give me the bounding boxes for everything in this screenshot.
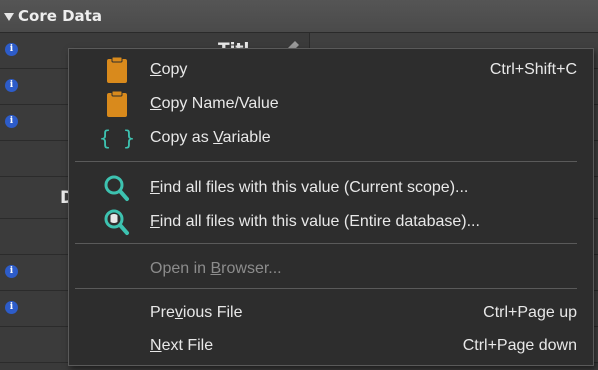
menu-item-open-in-browser: Open in Browser... (69, 252, 593, 286)
curly-braces-icon: { } (99, 126, 135, 150)
context-menu: Copy Ctrl+Shift+C Copy Name/Value { } Co… (68, 48, 594, 366)
menu-separator (75, 288, 577, 289)
menu-label: Next File (150, 337, 214, 354)
menu-item-copy-name-value[interactable]: Copy Name/Value (69, 87, 593, 121)
svg-text:{ }: { } (99, 126, 135, 150)
core-data-section-header[interactable]: Core Data (0, 0, 598, 33)
menu-item-copy-as-variable[interactable]: { } Copy as Variable (69, 121, 593, 155)
menu-item-find-entire-database[interactable]: Find all files with this value (Entire d… (69, 205, 593, 239)
menu-label: Find all files with this value (Current … (150, 179, 469, 196)
menu-label: Copy (150, 61, 188, 78)
info-icon[interactable]: i (5, 79, 18, 92)
menu-item-copy[interactable]: Copy Ctrl+Shift+C (69, 53, 593, 87)
info-icon[interactable]: i (5, 301, 18, 314)
section-title: Core Data (18, 7, 102, 25)
menu-item-next-file[interactable]: Next File Ctrl+Page down (69, 329, 593, 363)
info-icon[interactable]: i (5, 115, 18, 128)
menu-label: Find all files with this value (Entire d… (150, 213, 480, 230)
menu-item-find-current-scope[interactable]: Find all files with this value (Current … (69, 171, 593, 205)
clipboard-icon (107, 90, 127, 117)
menu-item-previous-file[interactable]: Previous File Ctrl+Page up (69, 296, 593, 330)
menu-separator (75, 161, 577, 162)
menu-label: Open in Browser... (150, 260, 282, 277)
menu-label: Copy as Variable (150, 129, 271, 146)
menu-label: Previous File (150, 304, 243, 321)
menu-shortcut: Ctrl+Page down (462, 337, 577, 354)
clipboard-icon (107, 56, 127, 83)
menu-shortcut: Ctrl+Page up (483, 304, 577, 321)
magnifier-icon (104, 175, 129, 201)
collapse-caret-icon[interactable] (4, 12, 14, 21)
menu-shortcut: Ctrl+Shift+C (489, 61, 577, 78)
menu-separator (75, 243, 577, 244)
info-icon[interactable]: i (5, 265, 18, 278)
database-magnifier-icon (104, 209, 129, 235)
info-icon[interactable]: i (5, 43, 18, 56)
menu-label: Copy Name/Value (150, 95, 279, 112)
